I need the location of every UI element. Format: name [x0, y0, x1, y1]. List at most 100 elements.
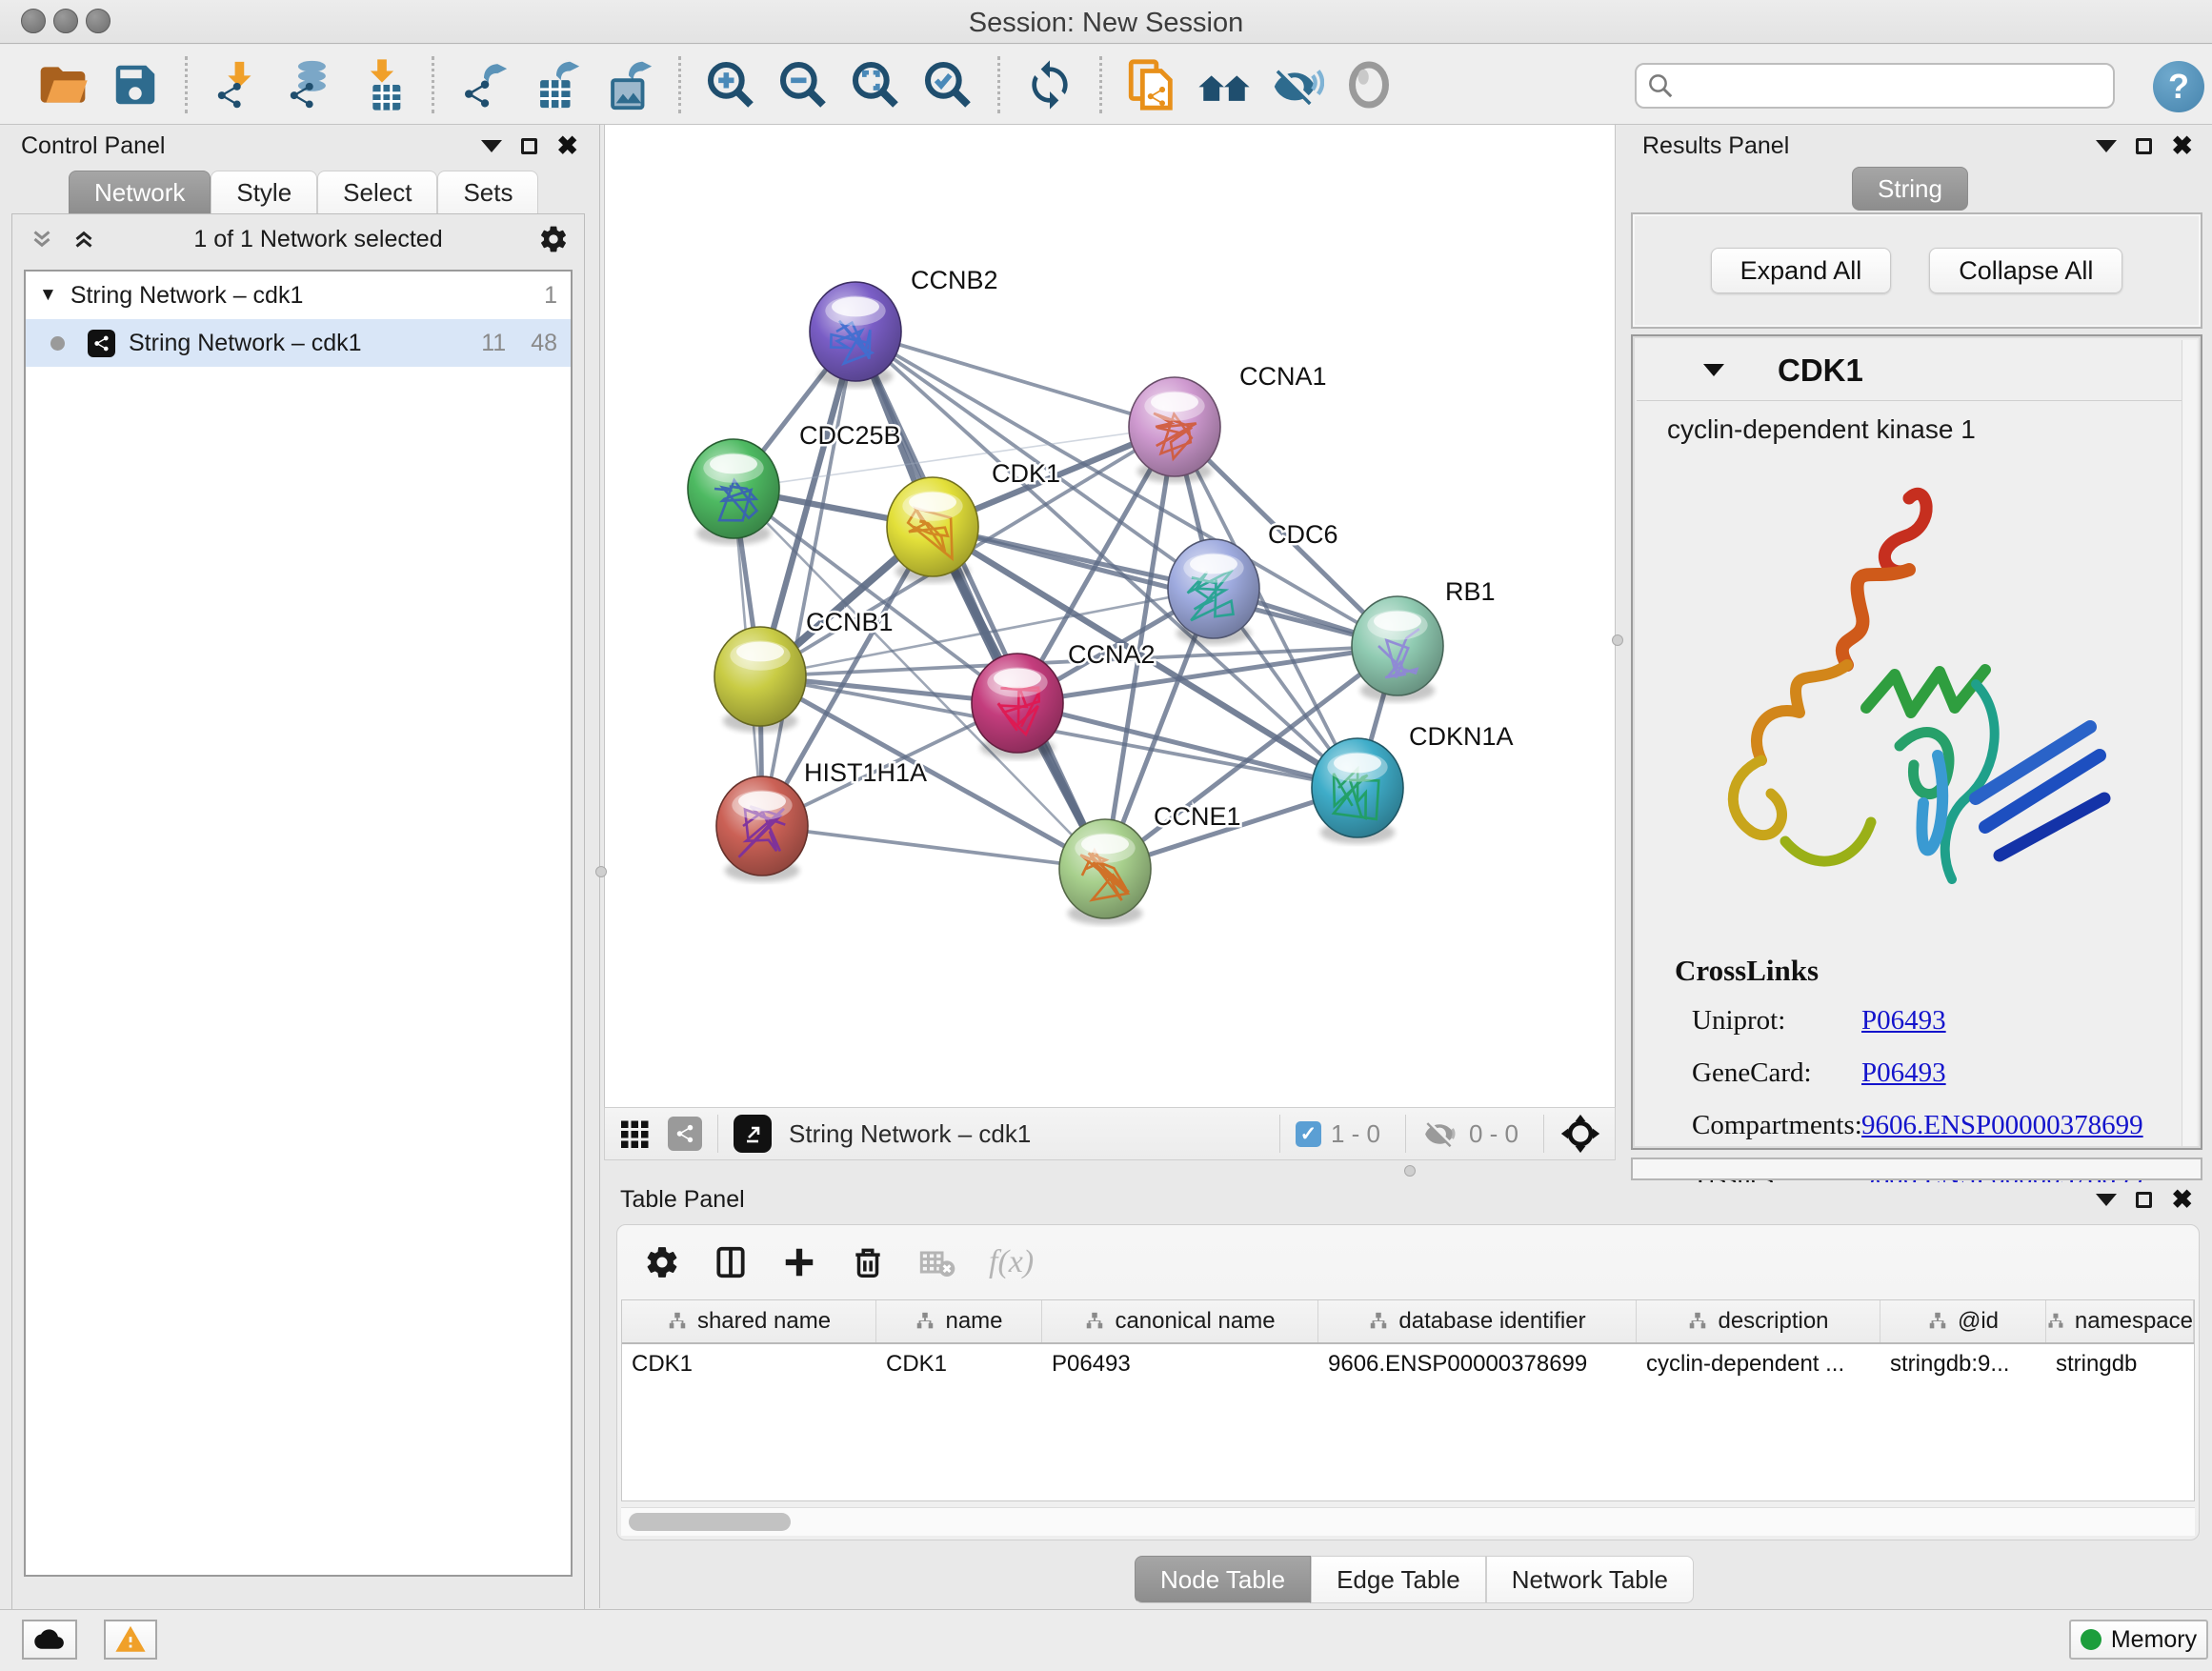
- panel-menu-icon[interactable]: [2096, 1194, 2117, 1206]
- add-column-icon[interactable]: [781, 1244, 817, 1280]
- table-horizontal-scrollbar[interactable]: [621, 1507, 2195, 1536]
- zoom-in-icon[interactable]: [703, 57, 758, 112]
- search-input[interactable]: [1635, 63, 2115, 109]
- column-header-id[interactable]: @id: [1880, 1300, 2046, 1342]
- tab-edge-table[interactable]: Edge Table: [1311, 1556, 1486, 1603]
- table-cell[interactable]: CDK1: [876, 1351, 1042, 1378]
- node-RB1[interactable]: [1352, 596, 1443, 702]
- show-all-icon[interactable]: [1341, 57, 1397, 112]
- zoom-fit-icon[interactable]: [848, 57, 903, 112]
- table-cell[interactable]: stringdb: [2046, 1351, 2194, 1378]
- table-cell[interactable]: CDK1: [622, 1351, 876, 1378]
- help-icon[interactable]: ?: [2153, 61, 2204, 112]
- tab-network-table[interactable]: Network Table: [1486, 1556, 1694, 1603]
- table-row[interactable]: CDK1CDK1P064939606.ENSP00000378699cyclin…: [622, 1344, 2194, 1384]
- collection-caret-icon[interactable]: ▼: [39, 285, 57, 306]
- warnings-button[interactable]: [104, 1620, 157, 1660]
- table-cell[interactable]: 9606.ENSP00000378699: [1318, 1351, 1637, 1378]
- cloud-button[interactable]: [22, 1620, 77, 1660]
- left-splitter-grip[interactable]: [595, 866, 607, 877]
- crosslink-link[interactable]: P06493: [1861, 1005, 1946, 1037]
- tab-style[interactable]: Style: [211, 171, 317, 214]
- results-scrollbar[interactable]: [2182, 340, 2197, 1146]
- panel-close-icon[interactable]: ✖: [2171, 133, 2193, 159]
- expand-all-icon[interactable]: [70, 225, 98, 253]
- tab-select[interactable]: Select: [317, 171, 437, 214]
- first-neighbors-icon[interactable]: [1196, 57, 1252, 112]
- column-header-canonicalname[interactable]: canonical name: [1042, 1300, 1318, 1342]
- zoom-selected-icon[interactable]: [920, 57, 975, 112]
- export-image-icon[interactable]: [601, 57, 656, 112]
- node-CCNB2[interactable]: [810, 282, 901, 388]
- network-canvas[interactable]: CCNB2CCNA1CDC25BCDK1CDC6RB1CCNB1CCNA2CDK…: [604, 125, 1616, 1107]
- right-splitter-grip[interactable]: [1612, 634, 1623, 646]
- splitter-grip[interactable]: [1404, 1165, 1416, 1177]
- panel-menu-icon[interactable]: [2096, 140, 2117, 152]
- gene-section-header[interactable]: CDK1: [1637, 340, 2187, 401]
- node-CDKN1A[interactable]: [1312, 738, 1403, 844]
- hide-selected-icon[interactable]: [1269, 57, 1324, 112]
- expand-all-button[interactable]: Expand All: [1711, 248, 1892, 293]
- node-CDK1[interactable]: [887, 477, 978, 583]
- node-table[interactable]: shared namenamecanonical namedatabase id…: [621, 1299, 2195, 1501]
- tab-network[interactable]: Network: [69, 171, 211, 214]
- zoom-out-icon[interactable]: [775, 57, 831, 112]
- export-network-icon[interactable]: [456, 57, 512, 112]
- search-field[interactable]: [1635, 63, 2115, 109]
- grid-view-icon[interactable]: [618, 1117, 653, 1151]
- panel-menu-icon[interactable]: [481, 140, 502, 152]
- column-header-databaseidentifier[interactable]: database identifier: [1318, 1300, 1637, 1342]
- view-share-icon[interactable]: [668, 1117, 702, 1151]
- node-CDC6[interactable]: [1168, 539, 1259, 645]
- network-options-gear-icon[interactable]: [538, 224, 569, 254]
- export-table-icon[interactable]: [529, 57, 584, 112]
- panel-float-icon[interactable]: [521, 138, 537, 154]
- column-header-namespace[interactable]: namespace: [2046, 1300, 2194, 1342]
- collapse-all-icon[interactable]: [28, 225, 56, 253]
- panel-float-icon[interactable]: [2136, 138, 2152, 154]
- column-header-sharedname[interactable]: shared name: [622, 1300, 876, 1342]
- crosslink-link[interactable]: 9606.ENSP00000378699: [1861, 1110, 2143, 1141]
- panel-close-icon[interactable]: ✖: [2171, 1187, 2193, 1213]
- edge-CCNB2-HIST1H1A[interactable]: [762, 332, 855, 826]
- column-header-name[interactable]: name: [876, 1300, 1042, 1342]
- tab-node-table[interactable]: Node Table: [1135, 1556, 1311, 1603]
- table-options-gear-icon[interactable]: [644, 1244, 680, 1280]
- refresh-icon[interactable]: [1022, 57, 1077, 112]
- gene-caret-icon[interactable]: [1703, 364, 1724, 376]
- birds-eye-view-icon[interactable]: [1559, 1113, 1601, 1155]
- node-CDC25B[interactable]: [688, 439, 779, 545]
- new-network-from-selection-icon[interactable]: [1124, 57, 1179, 112]
- table-cell[interactable]: stringdb:9...: [1880, 1351, 2046, 1378]
- node-CCNA1[interactable]: [1129, 377, 1220, 483]
- network-row[interactable]: String Network – cdk1 11 48: [26, 319, 571, 367]
- node-HIST1H1A[interactable]: [716, 776, 808, 882]
- open-in-window-icon[interactable]: [734, 1115, 772, 1153]
- import-database-icon[interactable]: [282, 57, 337, 112]
- network-collection-row[interactable]: ▼ String Network – cdk1 1: [26, 272, 571, 319]
- crosslink-link[interactable]: P06493: [1861, 1057, 1946, 1089]
- edge-HIST1H1A-CCNE1[interactable]: [762, 826, 1105, 869]
- tab-string[interactable]: String: [1852, 167, 1968, 211]
- column-header-description[interactable]: description: [1637, 1300, 1880, 1342]
- node-CCNA2[interactable]: [972, 654, 1063, 759]
- save-session-icon[interactable]: [108, 57, 163, 112]
- selected-checkbox-icon[interactable]: ✓: [1296, 1121, 1321, 1147]
- table-cell[interactable]: P06493: [1042, 1351, 1318, 1378]
- node-CCNB1[interactable]: [714, 627, 806, 733]
- scrollbar-thumb[interactable]: [629, 1513, 791, 1531]
- panel-float-icon[interactable]: [2136, 1192, 2152, 1208]
- import-network-icon[interactable]: [210, 57, 265, 112]
- panel-close-icon[interactable]: ✖: [556, 133, 578, 159]
- collapse-all-button[interactable]: Collapse All: [1929, 248, 2122, 293]
- node-CCNE1[interactable]: [1059, 819, 1151, 925]
- memory-button[interactable]: Memory: [2069, 1620, 2208, 1660]
- column-attribute-icon: [1927, 1311, 1948, 1332]
- table-cell[interactable]: cyclin-dependent ...: [1637, 1351, 1880, 1378]
- show-columns-icon[interactable]: [713, 1244, 749, 1280]
- edge-CCNB2-CCNA1[interactable]: [855, 332, 1175, 427]
- open-session-icon[interactable]: [35, 57, 90, 112]
- tab-sets[interactable]: Sets: [437, 171, 538, 214]
- delete-column-icon[interactable]: [850, 1244, 886, 1280]
- import-table-icon[interactable]: [354, 57, 410, 112]
